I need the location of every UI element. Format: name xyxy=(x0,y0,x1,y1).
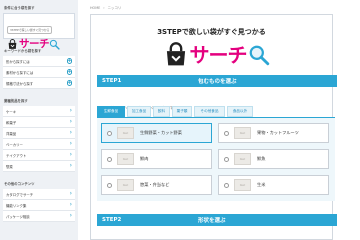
sidebar-heading-other: その他のコンテンツ xyxy=(4,182,35,186)
option-fruit[interactable]: Nest 果物・カットフルーツ xyxy=(218,123,329,143)
plus-circle-icon: + xyxy=(66,58,72,65)
breadcrumb: HOME › ニッコリ xyxy=(90,5,121,10)
chevron-right-icon: › xyxy=(69,118,72,125)
option-rice[interactable]: Nest 生米 xyxy=(218,175,329,195)
step2-header: STEP2 形状を選ぶ xyxy=(97,214,337,226)
hero-title: サーチ xyxy=(189,43,248,67)
sidebar-item-takeout[interactable]: テイクアウト › xyxy=(3,150,75,161)
shopping-bag-icon xyxy=(166,42,185,66)
product-thumbnail: Nest xyxy=(234,179,251,191)
radio-button[interactable] xyxy=(224,156,229,162)
product-thumbnail: Nest xyxy=(117,153,134,165)
tab-other-food[interactable]: その他食品 xyxy=(194,106,225,117)
sidebar-item-label: ケーキ xyxy=(6,109,17,114)
sidebar: 条件に合う袋を探す 3STEPで探しい袋すぐ見つかる サーチ キーワードから袋を… xyxy=(0,0,78,240)
sidebar-item-label: 規格寸法から探す xyxy=(6,81,34,86)
option-panel: Nest 生鮮野菜・カット野菜 Nest 果物・カットフルーツ Nest 鮮肉 … xyxy=(97,118,335,201)
sidebar-item-label: 洋菓品 xyxy=(6,131,17,136)
radio-button[interactable] xyxy=(107,130,112,136)
sidebar-item-cake[interactable]: ケーキ › xyxy=(3,106,75,117)
sidebar-item-shape[interactable]: 形から探すには + xyxy=(3,56,75,67)
breadcrumb-current: ニッコリ xyxy=(107,6,122,10)
category-tabs: 生鮮食品 加工食品 飲料 菓子類 その他食品 食品以外 xyxy=(97,106,253,117)
product-thumbnail: Nest xyxy=(234,127,251,139)
shopping-bag-icon xyxy=(8,38,17,49)
option-fresh-fish[interactable]: Nest 鮮魚 xyxy=(218,149,329,169)
sidebar-item-consult[interactable]: パッケージ相談 › xyxy=(3,211,75,222)
chevron-right-icon: › xyxy=(69,190,72,197)
option-fresh-meat[interactable]: Nest 鮮肉 xyxy=(101,149,212,169)
radio-button[interactable] xyxy=(107,182,112,188)
sidebar-item-size[interactable]: 規格寸法から探す + xyxy=(3,78,75,89)
sidebar-item-label: 素材から探すには xyxy=(6,70,34,75)
chevron-right-icon: › xyxy=(69,201,72,208)
tab-drinks[interactable]: 飲料 xyxy=(153,106,170,117)
sidebar-item-yogashi[interactable]: 洋菓品 › xyxy=(3,128,75,139)
tab-sweets[interactable]: 菓子類 xyxy=(172,106,192,117)
chevron-right-icon: › xyxy=(69,107,72,114)
step1-label: STEP1 xyxy=(102,78,122,84)
option-label: 生米 xyxy=(257,182,266,187)
product-thumbnail: Nest xyxy=(234,153,251,165)
option-prepared-food[interactable]: Nest 惣菜・弁当など xyxy=(101,175,212,195)
sidebar-item-label: ベーカリー xyxy=(6,142,23,147)
step1-header: STEP1 包むものを選ぶ xyxy=(97,75,337,87)
tab-non-food[interactable]: 食品以外 xyxy=(227,106,253,117)
sidebar-item-label: 機能リンク集 xyxy=(6,203,27,208)
sidebar-item-catalog[interactable]: カタログでサーチ › xyxy=(3,189,75,200)
step2-label: STEP2 xyxy=(102,217,122,223)
option-label: 惣菜・弁当など xyxy=(140,182,170,187)
magnifier-icon xyxy=(249,45,269,66)
sidebar-item-wagashi[interactable]: 和菓子 › xyxy=(3,117,75,128)
search-link-list: 形から探すには + 素材から探すには + 規格寸法から探す + xyxy=(3,56,75,89)
sidebar-item-bakery[interactable]: ベーカリー › xyxy=(3,139,75,150)
chevron-right-icon: › xyxy=(69,129,72,136)
sidebar-item-label: テイクアウト xyxy=(6,153,27,158)
sidebar-item-label: パッケージ相談 xyxy=(6,214,30,219)
sidebar-item-label: 和菓子 xyxy=(6,120,17,125)
sidebar-heading-search: 条件に合う袋を探す xyxy=(4,6,35,10)
sidebar-item-sozai[interactable]: 惣菜 › xyxy=(3,161,75,172)
sidebar-item-label: 形から探すには xyxy=(6,59,30,64)
sidebar-item-material[interactable]: 素材から探すには + xyxy=(3,67,75,78)
sidebar-item-label: 惣菜 xyxy=(6,164,13,169)
product-thumbnail: Nest xyxy=(117,179,134,191)
breadcrumb-separator: › xyxy=(103,6,105,10)
radio-button[interactable] xyxy=(107,156,112,162)
plus-circle-icon: + xyxy=(66,69,72,76)
option-label: 果物・カットフルーツ xyxy=(257,130,299,135)
tab-fresh-food[interactable]: 生鮮食品 xyxy=(97,106,125,117)
sidebar-logo-banner[interactable]: 3STEPで探しい袋すぐ見つかる サーチ xyxy=(3,13,75,50)
plus-circle-icon: + xyxy=(66,80,72,87)
tab-processed-food[interactable]: 加工食品 xyxy=(127,106,151,117)
option-label: 生鮮野菜・カット野菜 xyxy=(140,130,182,135)
chevron-right-icon: › xyxy=(69,151,72,158)
category-link-list: ケーキ › 和菓子 › 洋菓品 › ベーカリー › テイクアウト › 惣菜 › xyxy=(3,106,75,172)
radio-button[interactable] xyxy=(224,182,229,188)
step2-title: 形状を選ぶ xyxy=(198,218,226,224)
option-label: 鮮魚 xyxy=(257,156,266,161)
magnifier-icon xyxy=(49,39,60,50)
step1-title: 包むものを選ぶ xyxy=(198,79,237,85)
main-content: HOME › ニッコリ 3STEPで欲しい袋がすぐ見つかる サーチ STEP1 包む… xyxy=(84,0,360,240)
sidebar-item-label: カタログでサーチ xyxy=(6,192,34,197)
product-thumbnail: Nest xyxy=(117,127,134,139)
chevron-right-icon: › xyxy=(69,140,72,147)
sidebar-item-links[interactable]: 機能リンク集 › xyxy=(3,200,75,211)
logo-tagline: 3STEPで探しい袋すぐ見つかる xyxy=(7,26,53,34)
option-label: 鮮肉 xyxy=(140,156,149,161)
option-fresh-vegetables[interactable]: Nest 生鮮野菜・カット野菜 xyxy=(101,123,212,143)
chevron-right-icon: › xyxy=(69,162,72,169)
sidebar-heading-keyword: キーワードから袋を探す xyxy=(4,49,42,53)
hero-logo: サーチ xyxy=(151,35,281,75)
chevron-right-icon: › xyxy=(69,212,72,219)
other-link-list: カタログでサーチ › 機能リンク集 › パッケージ相談 › xyxy=(3,189,75,222)
sidebar-heading-category: 業種別品を探す xyxy=(4,99,28,103)
breadcrumb-home[interactable]: HOME xyxy=(90,6,100,10)
radio-button[interactable] xyxy=(224,130,229,136)
